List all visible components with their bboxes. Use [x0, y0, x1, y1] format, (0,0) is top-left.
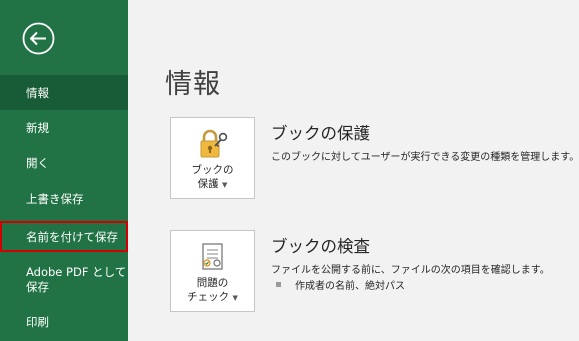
- protect-workbook-title: ブックの保護: [271, 124, 370, 143]
- protect-workbook-button-label: ブックの 保護 ▼: [171, 163, 254, 192]
- inspect-document-icon: [198, 241, 228, 277]
- inspect-workbook-title: ブックの検査: [271, 237, 370, 256]
- sidebar-item-label: 情報: [26, 85, 49, 100]
- check-for-issues-button-label: 問題の チェック ▼: [171, 276, 254, 305]
- sidebar-item-save-as-adobe-pdf[interactable]: Adobe PDF として 保存: [0, 258, 128, 302]
- chevron-down-icon: ▼: [221, 181, 228, 189]
- lock-key-icon: [196, 128, 230, 164]
- protect-workbook-button[interactable]: ブックの 保護 ▼: [170, 117, 255, 199]
- back-button[interactable]: [22, 22, 55, 55]
- back-arrow-icon: [22, 22, 55, 55]
- backstage-sidebar: 情報 新規 開く 上書き保存 名前を付けて保存 Adobe PDF として 保存…: [0, 0, 128, 341]
- sidebar-item-info[interactable]: 情報: [0, 75, 128, 110]
- inspect-bullet-text: 作成者の名前、絶対パス: [295, 281, 405, 292]
- sidebar-item-label: 開く: [26, 156, 49, 170]
- sidebar-item-label: Adobe PDF として 保存: [26, 265, 126, 295]
- sidebar-item-print[interactable]: 印刷: [0, 306, 128, 338]
- info-panel: 情報 ブックの 保護 ▼ ブックの保護 このブックに対してユーザーが実行できる変…: [128, 0, 579, 341]
- sidebar-item-save[interactable]: 上書き保存: [0, 182, 128, 216]
- sidebar-item-new[interactable]: 新規: [0, 111, 128, 145]
- sidebar-item-label-line2: 保存: [26, 280, 49, 294]
- sidebar-item-label-line1: Adobe PDF として: [26, 265, 127, 279]
- check-for-issues-button[interactable]: 問題の チェック ▼: [170, 230, 255, 312]
- page-title: 情報: [165, 69, 221, 100]
- bullet-icon: [276, 282, 281, 287]
- protect-button-line1: ブックの: [191, 164, 234, 176]
- inspect-bullet-item: 作成者の名前、絶対パス: [276, 277, 405, 292]
- sidebar-item-label: 上書き保存: [26, 192, 84, 206]
- sidebar-item-label: 名前を付けて保存: [26, 229, 118, 244]
- chevron-down-icon: ▼: [232, 294, 238, 302]
- protect-button-line2: 保護: [197, 178, 219, 190]
- sidebar-item-save-as[interactable]: 名前を付けて保存: [0, 221, 128, 252]
- protect-workbook-description: このブックに対してユーザーが実行できる変更の種類を管理します。: [271, 152, 579, 163]
- sidebar-item-label: 新規: [26, 121, 49, 135]
- sidebar-item-label: 印刷: [26, 315, 49, 329]
- inspect-workbook-description: ファイルを公開する前に、ファイルの次の項目を確認します。: [271, 265, 550, 276]
- sidebar-item-open[interactable]: 開く: [0, 146, 128, 180]
- backstage-view: 情報 新規 開く 上書き保存 名前を付けて保存 Adobe PDF として 保存…: [0, 0, 579, 341]
- inspect-button-line2: チェック: [187, 291, 230, 303]
- inspect-button-line1: 問題の: [196, 277, 229, 289]
